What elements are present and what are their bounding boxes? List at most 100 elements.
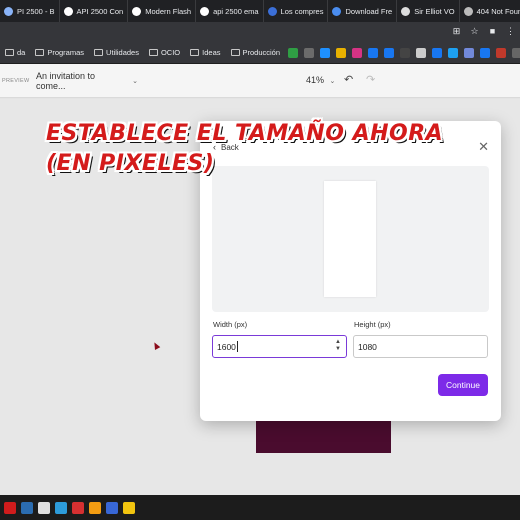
wordpress-icon	[401, 6, 411, 16]
google-icon	[132, 6, 142, 16]
folder-icon	[5, 49, 14, 56]
bookmark-site-icon[interactable]	[352, 47, 363, 58]
browser-tab[interactable]: Los compres	[264, 0, 329, 22]
browser-tab-label: Download Fre	[345, 6, 393, 16]
bookmark-site-icon[interactable]	[320, 47, 331, 58]
browser-tab[interactable]: PI 2500 - B	[0, 0, 60, 22]
width-input[interactable]: 1600 ▲ ▼	[212, 335, 347, 358]
extensions-icon[interactable]: ■	[487, 25, 498, 38]
browser-tab[interactable]: Download Fre	[328, 0, 398, 22]
close-icon[interactable]: ✕	[478, 139, 489, 155]
bookmark-site-icon[interactable]	[432, 47, 443, 58]
bookmark-folder[interactable]: Ideas	[185, 48, 225, 57]
browser-tab-label: API 2500 Con	[76, 6, 124, 16]
bookmarks-bar: da Programas Utilidades OCIO Ideas Producción	[0, 42, 520, 64]
taskbar-app-icon[interactable]	[38, 501, 50, 514]
redo-icon[interactable]: ↷	[366, 73, 375, 86]
browser-tab-strip: PI 2500 - B API 2500 Con Modern Flash api 2…	[0, 0, 520, 22]
size-preview-page	[324, 181, 376, 297]
menu-icon[interactable]: ⋮	[505, 25, 516, 38]
bookmark-site-icon[interactable]	[304, 47, 315, 58]
continue-button[interactable]: Continue	[438, 374, 488, 396]
folder-icon	[190, 49, 200, 56]
bookmark-site-icon[interactable]	[288, 47, 299, 58]
bookmark-label: Ideas	[202, 48, 221, 57]
zoom-selector[interactable]: 41% ⌄	[306, 75, 335, 85]
bookmark-site-icon[interactable]	[512, 47, 520, 58]
bookmark-folder[interactable]: da	[0, 48, 30, 57]
text-caret	[236, 341, 238, 352]
chevron-down-icon: ⌄	[329, 78, 336, 85]
folder-icon	[35, 49, 45, 56]
wikipedia-icon	[63, 6, 73, 16]
browser-tab[interactable]: API 2500 Con	[60, 0, 129, 22]
browser-tab-label: PI 2500 - B	[17, 6, 55, 16]
browser-tab-label: Modern Flash	[145, 6, 192, 16]
folder-icon	[148, 49, 158, 56]
bookmark-label: OCIO	[160, 48, 181, 57]
bookmark-site-icon[interactable]	[400, 47, 411, 58]
bookmark-site-icon[interactable]	[336, 47, 347, 58]
bookmark-site-icon[interactable]	[448, 47, 459, 58]
width-label: Width (px)	[213, 320, 248, 329]
browser-tab[interactable]: 404 Not Foun	[460, 0, 520, 22]
taskbar-app-icon[interactable]	[106, 501, 118, 514]
folder-icon	[230, 49, 240, 56]
site-icon	[267, 6, 277, 16]
google-icon	[200, 6, 210, 16]
screenshot-icon[interactable]: ⊞	[451, 25, 462, 38]
browser-tab[interactable]: api 2500 ema	[196, 0, 264, 22]
document-title-dropdown[interactable]: An invitation to come... ⌄	[30, 71, 138, 91]
mouse-cursor-icon	[151, 341, 161, 350]
page-icon	[463, 6, 473, 16]
bookmark-folder[interactable]: Producción	[226, 48, 286, 57]
bookmark-label: Producción	[242, 48, 281, 57]
app-header: PREVIEW An invitation to come... ⌄ 41% ⌄…	[0, 64, 520, 98]
bookmark-icon[interactable]: ☆	[469, 25, 480, 38]
folder-icon	[94, 49, 104, 56]
bookmark-site-icon[interactable]	[480, 47, 491, 58]
bookmark-label: Utilidades	[106, 48, 139, 57]
bookmark-label: da	[17, 48, 26, 57]
height-input[interactable]: 1080	[353, 335, 488, 358]
zoom-value: 41%	[306, 75, 325, 85]
overlay-line-2: (EN PIXELES)	[46, 151, 215, 176]
bookmark-folder[interactable]: Utilidades	[89, 48, 144, 57]
os-taskbar	[0, 495, 520, 520]
taskbar-app-icon[interactable]	[55, 501, 67, 514]
browser-tab[interactable]: Modern Flash	[128, 0, 197, 22]
taskbar-app-icon[interactable]	[4, 501, 16, 514]
undo-icon[interactable]: ↶	[344, 73, 353, 86]
browser-tab[interactable]: Sir Elliot VO	[397, 0, 460, 22]
bookmark-site-icon[interactable]	[416, 47, 427, 58]
document-title: An invitation to come...	[36, 71, 96, 91]
browser-tab-label: api 2500 ema	[213, 6, 259, 16]
bookmark-label: Programas	[47, 48, 85, 57]
download-icon	[332, 6, 342, 16]
taskbar-app-icon[interactable]	[123, 501, 135, 514]
bookmark-site-icon[interactable]	[384, 47, 395, 58]
browser-tab-label: Sir Elliot VO	[414, 6, 455, 16]
browser-tab-label: Los compres	[280, 6, 324, 16]
taskbar-app-icon[interactable]	[89, 501, 101, 514]
tutorial-overlay-text: ESTABLECE EL TAMAÑO AHORA (EN PIXELES)	[46, 119, 443, 179]
bookmark-site-icon[interactable]	[368, 47, 379, 58]
browser-tab-label: 404 Not Foun	[476, 6, 520, 16]
taskbar-app-icon[interactable]	[72, 501, 84, 514]
height-label: Height (px)	[354, 320, 391, 329]
number-stepper-icon[interactable]: ▲ ▼	[335, 339, 341, 353]
bookmark-folder[interactable]: Programas	[30, 48, 89, 57]
height-value: 1080	[358, 341, 377, 352]
bookmark-folder[interactable]: OCIO	[144, 48, 185, 57]
browser-toolbar: ⊞ ☆ ■ ⋮	[0, 22, 520, 42]
bookmark-site-icon[interactable]	[464, 47, 475, 58]
design-artboard[interactable]	[256, 420, 391, 453]
size-preview-area	[212, 166, 489, 312]
chevron-down-icon: ⌄	[132, 78, 138, 85]
overlay-line-1: ESTABLECE EL TAMAÑO AHORA	[46, 121, 444, 146]
taskbar-app-icon[interactable]	[21, 501, 33, 514]
preview-label: PREVIEW	[2, 78, 30, 84]
page-icon	[4, 6, 13, 16]
bookmark-site-icon[interactable]	[496, 47, 507, 58]
width-value: 1600	[217, 341, 236, 352]
